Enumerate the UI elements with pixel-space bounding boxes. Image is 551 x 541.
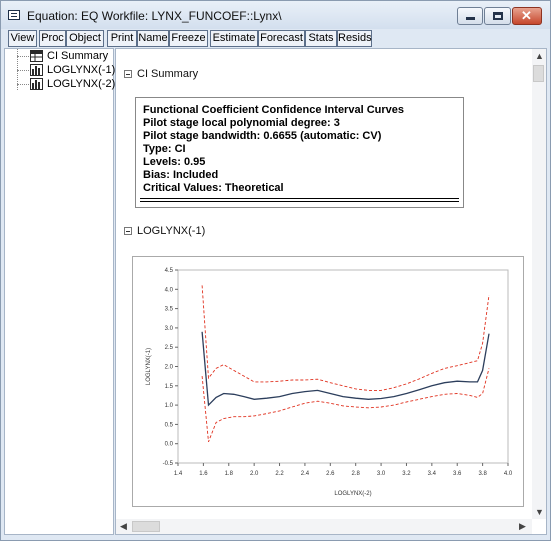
tree-item-label: LOGLYNX(-1)	[47, 64, 116, 76]
y-axis-label: LOGLYNX(-1)	[146, 348, 152, 385]
window-title: Equation: EQ Workfile: LYNX_FUNCOEF::Lyn…	[27, 9, 282, 23]
tree-item-label: CI Summary	[47, 50, 109, 62]
summary-line: Critical Values: Theoretical	[143, 182, 284, 194]
y-tick-label: 0.0	[165, 442, 174, 448]
scroll-right-icon[interactable]: ▶	[519, 521, 526, 532]
x-tick-label: 1.6	[199, 471, 208, 477]
maximize-icon	[493, 12, 503, 20]
name-button[interactable]: Name	[137, 30, 169, 47]
window-menu-icon[interactable]	[8, 10, 20, 20]
ci-summary-table: Functional Coefficient Confidence Interv…	[135, 97, 464, 208]
toolbar: View Proc Object Print Name Freeze Estim…	[4, 29, 548, 48]
summary-line: Pilot stage bandwidth: 0.6655 (automatic…	[143, 130, 382, 142]
output-pane: CI Summary Functional Coefficient Confid…	[115, 48, 547, 535]
resids-button[interactable]: Resids	[337, 30, 372, 47]
x-tick-label: 3.0	[377, 471, 386, 477]
maximize-button[interactable]	[484, 7, 511, 25]
equation-window: Equation: EQ Workfile: LYNX_FUNCOEF::Lyn…	[0, 0, 551, 541]
close-icon: ✕	[521, 8, 532, 23]
forecast-button[interactable]: Forecast	[258, 30, 305, 47]
upper-series-line	[201, 285, 490, 391]
graph-icon	[30, 64, 43, 76]
estimate-button[interactable]: Estimate	[210, 30, 258, 47]
ci-graph-frame: 1.4 1.6 1.8 2.0 2.2 2.4 2.6 2.8 3.0 3.2 3.4 3.6 3.8 4…	[132, 256, 524, 507]
print-button[interactable]: Print	[107, 30, 137, 47]
stats-button[interactable]: Stats	[305, 30, 337, 47]
horizontal-scroll-thumb[interactable]	[132, 521, 160, 532]
y-tick-label: 1.5	[165, 384, 174, 390]
y-tick-label: -0.5	[163, 461, 174, 467]
y-tick-label: 2.0	[165, 365, 174, 371]
x-tick-label: 3.8	[478, 471, 487, 477]
graph-icon	[30, 78, 43, 90]
y-tick-label: 0.5	[165, 422, 174, 428]
vertical-scroll-thumb[interactable]	[533, 65, 544, 82]
ci-chart: 1.4 1.6 1.8 2.0 2.2 2.4 2.6 2.8 3.0 3.2 3.4 3.6 3.8 4…	[146, 268, 513, 497]
summary-line: Levels: 0.95	[143, 156, 206, 168]
tree-item-label: LOGLYNX(-2)	[47, 78, 116, 90]
x-axis-label: LOGLYNX(-2)	[334, 491, 371, 497]
x-tick-label: 1.8	[225, 471, 234, 477]
freeze-button[interactable]: Freeze	[169, 30, 208, 47]
table-rule	[140, 198, 459, 199]
table-rule	[140, 201, 459, 202]
tree-branch	[17, 84, 29, 85]
minimize-icon	[466, 17, 475, 20]
collapse-ci-summary-icon[interactable]	[124, 70, 132, 78]
summary-line: Functional Coefficient Confidence Interv…	[143, 104, 404, 116]
scroll-down-icon[interactable]: ▼	[535, 507, 544, 517]
collapse-loglynx-1-icon[interactable]	[124, 227, 132, 235]
y-tick-label: 1.0	[165, 403, 174, 409]
vertical-scrollbar[interactable]: ▲ ▼	[532, 49, 546, 519]
x-tick-label: 2.4	[301, 471, 310, 477]
y-tick-label: 4.5	[165, 268, 174, 274]
close-button[interactable]: ✕	[512, 7, 542, 25]
x-tick-label: 2.0	[250, 471, 259, 477]
horizontal-scrollbar[interactable]: ◀ ▶	[116, 519, 532, 534]
section-title-loglynx-1: LOGLYNX(-1)	[137, 225, 206, 237]
x-tick-label: 2.6	[326, 471, 335, 477]
scroll-up-icon[interactable]: ▲	[535, 51, 544, 61]
tree-branch	[17, 70, 29, 71]
summary-line: Type: CI	[143, 143, 186, 155]
x-tick-label: 3.6	[453, 471, 462, 477]
title-bar[interactable]: Equation: EQ Workfile: LYNX_FUNCOEF::Lyn…	[1, 1, 550, 29]
y-tick-label: 3.5	[165, 307, 174, 313]
y-tick-label: 4.0	[165, 287, 174, 293]
output-tree: CI Summary LOGLYNX(-1) LOGLYNX(-2)	[4, 48, 116, 535]
table-icon	[30, 50, 43, 62]
section-title-ci-summary: CI Summary	[137, 68, 199, 80]
x-tick-label: 4.0	[504, 471, 513, 477]
summary-line: Bias: Included	[143, 169, 219, 181]
lower-series-line	[201, 368, 490, 442]
x-tick-label: 3.2	[402, 471, 411, 477]
y-tick-label: 2.5	[165, 345, 174, 351]
y-tick-label: 3.0	[165, 326, 174, 332]
summary-line: Pilot stage local polynomial degree: 3	[143, 117, 340, 129]
proc-button[interactable]: Proc	[39, 30, 66, 47]
x-tick-label: 2.8	[352, 471, 361, 477]
view-button[interactable]: View	[8, 30, 37, 47]
x-tick-label: 2.2	[275, 471, 284, 477]
object-button[interactable]: Object	[66, 30, 104, 47]
scroll-left-icon[interactable]: ◀	[120, 521, 127, 532]
x-tick-label: 1.4	[174, 471, 183, 477]
x-tick-label: 3.4	[428, 471, 437, 477]
minimize-button[interactable]	[457, 7, 483, 25]
tree-branch	[17, 56, 29, 57]
